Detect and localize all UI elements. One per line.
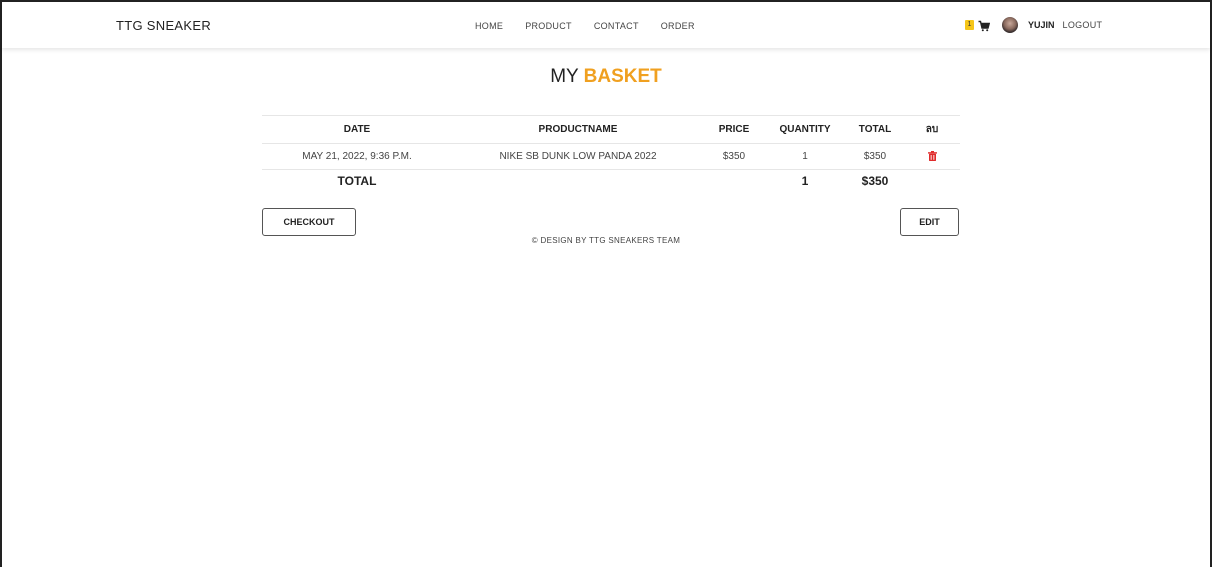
summary-quantity: 1 bbox=[801, 173, 809, 188]
nav-links: HOME PRODUCT CONTACT ORDER bbox=[475, 21, 717, 31]
table-row: MAY 21, 2022, 9:36 P.M. NIKE SB DUNK LOW… bbox=[262, 144, 960, 170]
edit-button[interactable]: EDIT bbox=[900, 208, 959, 236]
cell-date: MAY 21, 2022, 9:36 P.M. bbox=[302, 151, 412, 162]
cell-price: $350 bbox=[722, 151, 746, 162]
header-price: PRICE bbox=[718, 124, 750, 135]
nav-link-home[interactable]: HOME bbox=[475, 21, 503, 31]
cell-productname: NIKE SB DUNK LOW PANDA 2022 bbox=[499, 151, 657, 162]
cart-icon[interactable] bbox=[978, 19, 991, 32]
page-title-accent: BASKET bbox=[583, 66, 662, 87]
checkout-button[interactable]: CHECKOUT bbox=[262, 208, 356, 236]
logout-link[interactable]: LOGOUT bbox=[1063, 20, 1103, 30]
username[interactable]: YUJIN bbox=[1028, 20, 1055, 30]
page-title-plain: MY bbox=[550, 66, 579, 87]
cell-delete bbox=[904, 144, 960, 170]
cart-count-badge[interactable]: 1 bbox=[965, 20, 974, 30]
header-date: DATE bbox=[343, 124, 371, 135]
table-header-row: DATE PRODUCTNAME PRICE QUANTITY TOTAL ลบ bbox=[262, 115, 960, 144]
summary-empty-delete bbox=[904, 170, 960, 192]
header-delete: ลบ bbox=[925, 124, 939, 135]
brand-logo[interactable]: TTG SNEAKER bbox=[116, 18, 211, 33]
user-avatar[interactable] bbox=[1002, 17, 1018, 33]
nav-link-product[interactable]: PRODUCT bbox=[525, 21, 572, 31]
cell-quantity: 1 bbox=[802, 151, 808, 162]
header-total: TOTAL bbox=[858, 124, 892, 135]
page-title: MY BASKET bbox=[0, 66, 1212, 88]
footer-credit: © DESIGN BY TTG SNEAKERS TEAM bbox=[531, 236, 681, 245]
header-quantity: QUANTITY bbox=[779, 124, 831, 135]
summary-empty-product bbox=[452, 170, 704, 192]
nav-link-order[interactable]: ORDER bbox=[661, 21, 695, 31]
summary-total: $350 bbox=[861, 173, 889, 188]
basket-table: DATE PRODUCTNAME PRICE QUANTITY TOTAL ลบ… bbox=[262, 115, 960, 192]
table-total-row: TOTAL 1 $350 bbox=[262, 170, 960, 192]
trash-icon[interactable] bbox=[927, 151, 937, 162]
header-productname: PRODUCTNAME bbox=[538, 124, 618, 135]
summary-label: TOTAL bbox=[337, 173, 377, 188]
nav-link-contact[interactable]: CONTACT bbox=[594, 21, 639, 31]
cell-total: $350 bbox=[863, 151, 887, 162]
nav-user-area: 1 YUJIN LOGOUT bbox=[965, 15, 1102, 35]
summary-empty-price bbox=[704, 170, 764, 192]
navbar: TTG SNEAKER HOME PRODUCT CONTACT ORDER 1… bbox=[2, 2, 1210, 48]
